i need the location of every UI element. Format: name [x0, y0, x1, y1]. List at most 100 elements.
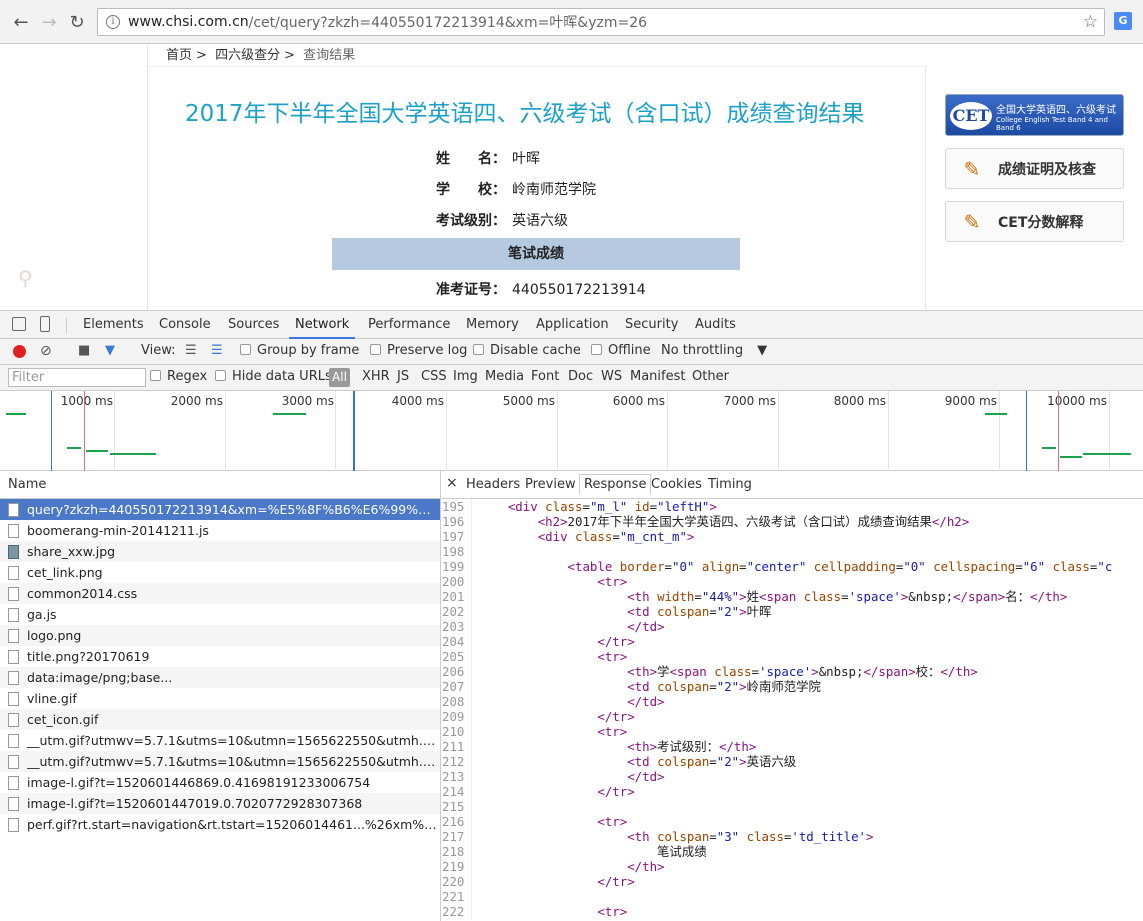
- throttling-select[interactable]: No throttling ▼: [661, 343, 767, 358]
- request-row[interactable]: data:image/png;base...: [0, 667, 440, 688]
- request-row[interactable]: boomerang-min-20141211.js: [0, 520, 440, 541]
- filter-all-button[interactable]: All: [329, 368, 350, 387]
- code-line: 201 <th width="44%">姓<span class='space'…: [442, 589, 1143, 604]
- request-row[interactable]: common2014.css: [0, 583, 440, 604]
- request-row[interactable]: logo.png: [0, 625, 440, 646]
- request-row[interactable]: __utm.gif?utmwv=5.7.1&utms=10&utmn=15656…: [0, 730, 440, 751]
- filter-img[interactable]: Img: [453, 369, 478, 384]
- file-icon: [8, 712, 19, 727]
- filter-font[interactable]: Font: [531, 369, 559, 384]
- breadcrumb-home[interactable]: 首页: [166, 48, 192, 63]
- tab-sources[interactable]: Sources: [222, 311, 285, 339]
- record-icon[interactable]: [13, 345, 26, 358]
- request-name: cet_icon.gif: [27, 712, 99, 727]
- filter-xhr[interactable]: XHR: [362, 369, 390, 384]
- breadcrumb-cet[interactable]: 四六级查分: [215, 48, 280, 63]
- inspect-icon[interactable]: [12, 317, 26, 331]
- filter-doc[interactable]: Doc: [568, 369, 593, 384]
- code-line: 203 </td>: [442, 619, 1143, 634]
- request-name: image-l.gif?t=1520601446869.0.4169819123…: [27, 775, 371, 790]
- translate-extension-icon[interactable]: G: [1114, 12, 1132, 30]
- tab-application[interactable]: Application: [530, 311, 615, 339]
- close-icon[interactable]: ×: [446, 475, 458, 491]
- request-row[interactable]: share_xxw.jpg: [0, 541, 440, 562]
- line-number: 198: [442, 544, 472, 559]
- book-icon: ✎: [963, 209, 981, 234]
- tab-network[interactable]: Network: [289, 311, 356, 339]
- preserve-log-checkbox[interactable]: Preserve log: [370, 343, 467, 358]
- clear-icon[interactable]: ⊘: [40, 343, 52, 359]
- code-text: <th width="44%">姓<span class='space'>&nb…: [627, 589, 1068, 604]
- file-icon: [8, 691, 19, 706]
- filter-input[interactable]: Filter: [8, 368, 146, 387]
- certificate-check-button[interactable]: ✎ 成绩证明及核查: [945, 148, 1124, 189]
- filter-js[interactable]: JS: [397, 369, 409, 384]
- tab-security[interactable]: Security: [619, 311, 684, 339]
- disable-cache-checkbox[interactable]: Disable cache: [473, 343, 581, 358]
- request-row[interactable]: image-l.gif?t=1520601446869.0.4169819123…: [0, 772, 440, 793]
- filter-media[interactable]: Media: [485, 369, 524, 384]
- hide-data-urls-checkbox[interactable]: Hide data URLs: [215, 369, 332, 384]
- filter-manifest[interactable]: Manifest: [630, 369, 685, 384]
- code-line: 196 <h2>2017年下半年全国大学英语四、六级考试（含口试）成绩查询结果<…: [442, 514, 1143, 529]
- code-line: 198: [442, 544, 1143, 559]
- device-toggle-icon[interactable]: [40, 316, 50, 332]
- cet-logo[interactable]: CET 全国大学英语四、六级考试 College English Test Ba…: [945, 94, 1124, 136]
- url-path: /cet/query?zkzh=440550172213914&xm=叶晖&yz…: [248, 15, 648, 31]
- line-number: 197: [442, 529, 472, 544]
- timeline-label: 10000 ms: [1047, 394, 1107, 408]
- devtools-tabs: Elements Console Sources Network Perform…: [0, 311, 1143, 339]
- request-row[interactable]: title.png?20170619: [0, 646, 440, 667]
- line-number: 219: [442, 859, 472, 874]
- code-line: 202 <td colspan="2">叶晖: [442, 604, 1143, 619]
- line-number: 205: [442, 649, 472, 664]
- response-source-view[interactable]: 195 <div class="m_l" id="leftH"> 196 <h2>…: [442, 499, 1143, 921]
- offline-checkbox[interactable]: Offline: [591, 343, 651, 358]
- request-row[interactable]: image-l.gif?t=1520601447019.0.7020772928…: [0, 793, 440, 814]
- column-header-name[interactable]: Name: [0, 471, 440, 499]
- request-row[interactable]: cet_icon.gif: [0, 709, 440, 730]
- reload-icon[interactable]: ↻: [64, 9, 90, 35]
- info-icon[interactable]: i: [106, 15, 120, 29]
- file-icon: [8, 775, 19, 790]
- regex-checkbox[interactable]: Regex: [150, 369, 207, 384]
- tab-preview[interactable]: Preview: [525, 477, 576, 492]
- request-row[interactable]: perf.gif?rt.start=navigation&rt.tstart=1…: [0, 814, 440, 835]
- timeline-label: 4000 ms: [391, 394, 444, 408]
- bookmark-star-icon[interactable]: ☆: [1083, 12, 1098, 32]
- filter-css[interactable]: CSS: [421, 369, 447, 384]
- address-bar[interactable]: i www.chsi.com.cn/cet/query?zkzh=4405501…: [97, 8, 1105, 36]
- filter-other[interactable]: Other: [692, 369, 729, 384]
- large-rows-icon[interactable]: ☰: [185, 343, 197, 358]
- group-by-frame-checkbox[interactable]: Group by frame: [240, 343, 359, 358]
- exam-id-label: 准考证号：: [436, 282, 506, 298]
- score-explain-button[interactable]: ✎ CET分数解释: [945, 201, 1124, 242]
- tab-audits[interactable]: Audits: [689, 311, 742, 339]
- request-row[interactable]: query?zkzh=440550172213914&xm=%E5%8F%B6%…: [0, 499, 440, 520]
- network-overview-timeline[interactable]: 1000 ms 2000 ms 3000 ms 4000 ms 5000 ms …: [0, 391, 1143, 471]
- tab-elements[interactable]: Elements: [77, 311, 150, 339]
- line-number: 213: [442, 769, 472, 784]
- filter-ws[interactable]: WS: [601, 369, 622, 384]
- tab-console[interactable]: Console: [153, 311, 217, 339]
- request-row[interactable]: ga.js: [0, 604, 440, 625]
- forward-icon[interactable]: →: [36, 9, 62, 35]
- request-row[interactable]: __utm.gif?utmwv=5.7.1&utms=10&utmn=15656…: [0, 751, 440, 772]
- tab-cookies[interactable]: Cookies: [651, 477, 702, 492]
- request-row[interactable]: cet_link.png: [0, 562, 440, 583]
- code-text: </tr>: [597, 634, 635, 649]
- file-icon: [8, 649, 19, 664]
- tab-timing[interactable]: Timing: [708, 477, 752, 492]
- back-icon[interactable]: ←: [8, 9, 34, 35]
- magnifier-icon: ⚲: [18, 266, 33, 290]
- request-name: vline.gif: [27, 691, 77, 706]
- request-row[interactable]: vline.gif: [0, 688, 440, 709]
- filter-icon[interactable]: ▼: [105, 343, 115, 358]
- tab-headers[interactable]: Headers: [466, 477, 520, 492]
- line-number: 196: [442, 514, 472, 529]
- tab-memory[interactable]: Memory: [460, 311, 525, 339]
- waterfall-view-icon[interactable]: ☰: [211, 343, 223, 358]
- tab-performance[interactable]: Performance: [362, 311, 456, 339]
- tab-response[interactable]: Response: [579, 474, 652, 495]
- capture-screenshots-icon[interactable]: ■: [78, 343, 90, 358]
